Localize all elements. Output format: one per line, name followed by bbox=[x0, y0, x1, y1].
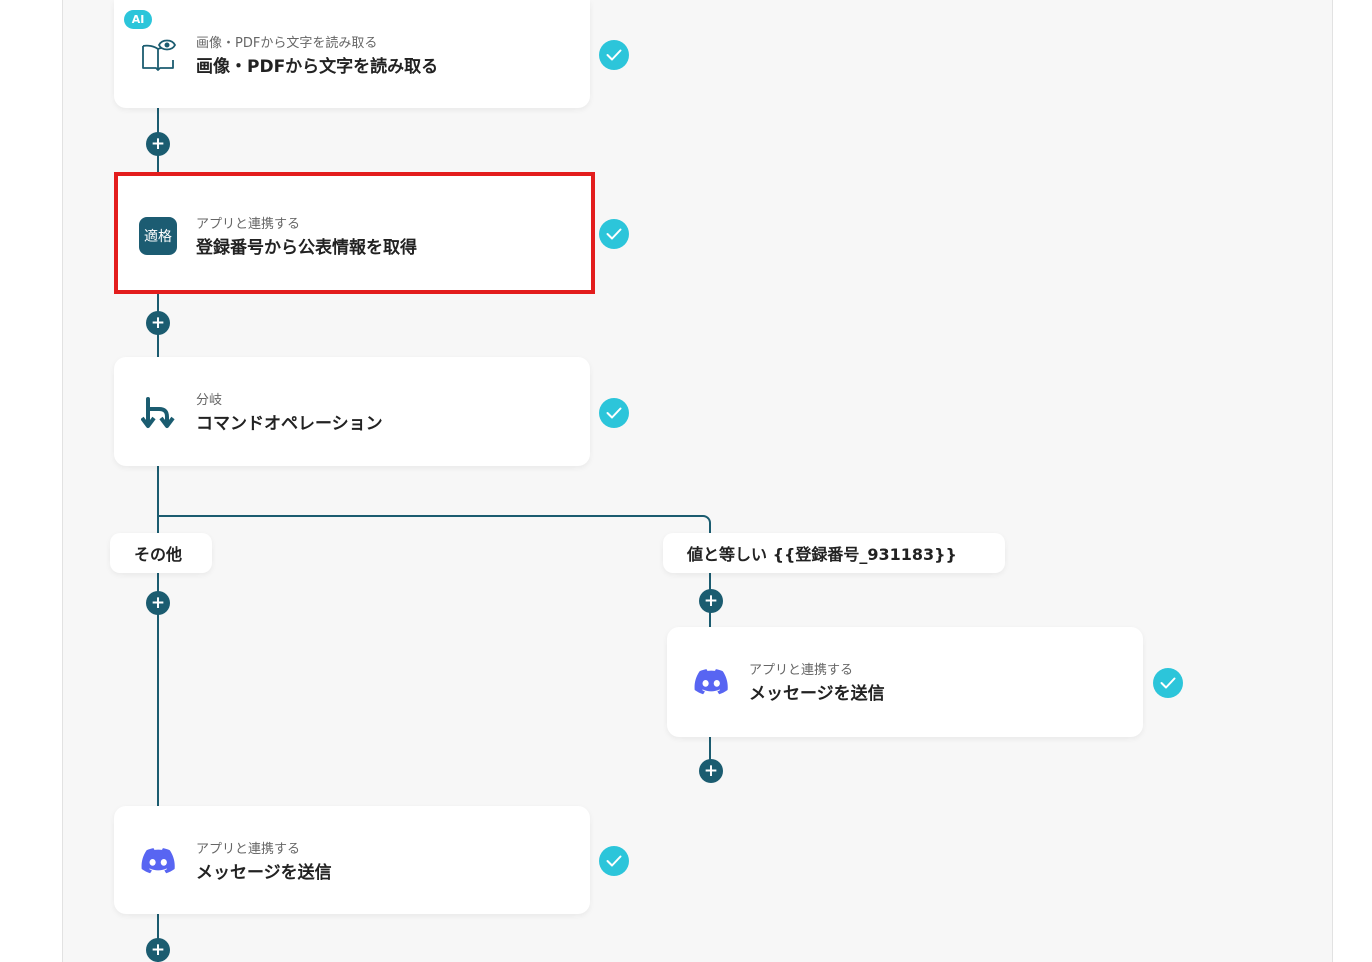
check-icon bbox=[599, 219, 629, 249]
step-subtitle: アプリと連携する bbox=[196, 217, 301, 232]
step-title: コマンドオペレーション bbox=[196, 414, 383, 434]
step-title: 画像・PDFから文字を読み取る bbox=[196, 57, 439, 77]
branch-connector bbox=[157, 515, 701, 517]
book-eye-icon bbox=[138, 35, 178, 75]
step-card-command-operation[interactable]: 分岐 コマンドオペレーション bbox=[114, 357, 590, 466]
step-card-send-message-left[interactable]: アプリと連携する メッセージを送信 bbox=[114, 806, 590, 914]
step-subtitle: アプリと連携する bbox=[749, 663, 854, 678]
check-icon bbox=[599, 398, 629, 428]
add-step-button[interactable]: + bbox=[699, 589, 723, 613]
ai-badge: AI bbox=[124, 10, 152, 29]
connector-line bbox=[157, 466, 159, 806]
branch-icon bbox=[138, 392, 178, 432]
check-icon bbox=[1153, 668, 1183, 698]
add-step-button[interactable]: + bbox=[699, 759, 723, 783]
step-subtitle: 画像・PDFから文字を読み取る bbox=[196, 36, 378, 51]
discord-icon bbox=[691, 662, 731, 702]
add-step-button[interactable]: + bbox=[146, 591, 170, 615]
discord-icon bbox=[138, 841, 178, 881]
step-title: メッセージを送信 bbox=[196, 863, 332, 883]
branch-label-other[interactable]: その他 bbox=[110, 533, 212, 573]
check-icon bbox=[599, 846, 629, 876]
step-card-send-message-right[interactable]: アプリと連携する メッセージを送信 bbox=[667, 627, 1143, 737]
step-subtitle: アプリと連携する bbox=[196, 842, 301, 857]
tekikaku-app-label: 適格 bbox=[139, 217, 177, 255]
step-card-get-public-info[interactable]: 適格 アプリと連携する 登録番号から公表情報を取得 bbox=[114, 172, 595, 294]
step-card-ocr[interactable]: 画像・PDFから文字を読み取る 画像・PDFから文字を読み取る bbox=[114, 0, 590, 108]
add-step-button[interactable]: + bbox=[146, 132, 170, 156]
step-title: メッセージを送信 bbox=[749, 684, 885, 704]
add-step-button[interactable]: + bbox=[146, 938, 170, 962]
step-title: 登録番号から公表情報を取得 bbox=[196, 238, 417, 258]
add-step-button[interactable]: + bbox=[146, 311, 170, 335]
check-icon bbox=[599, 40, 629, 70]
step-subtitle: 分岐 bbox=[196, 393, 223, 408]
branch-label-equals[interactable]: 値と等しい {{登録番号_931183}} bbox=[663, 533, 1005, 573]
tekikaku-app-icon: 適格 bbox=[138, 216, 178, 256]
